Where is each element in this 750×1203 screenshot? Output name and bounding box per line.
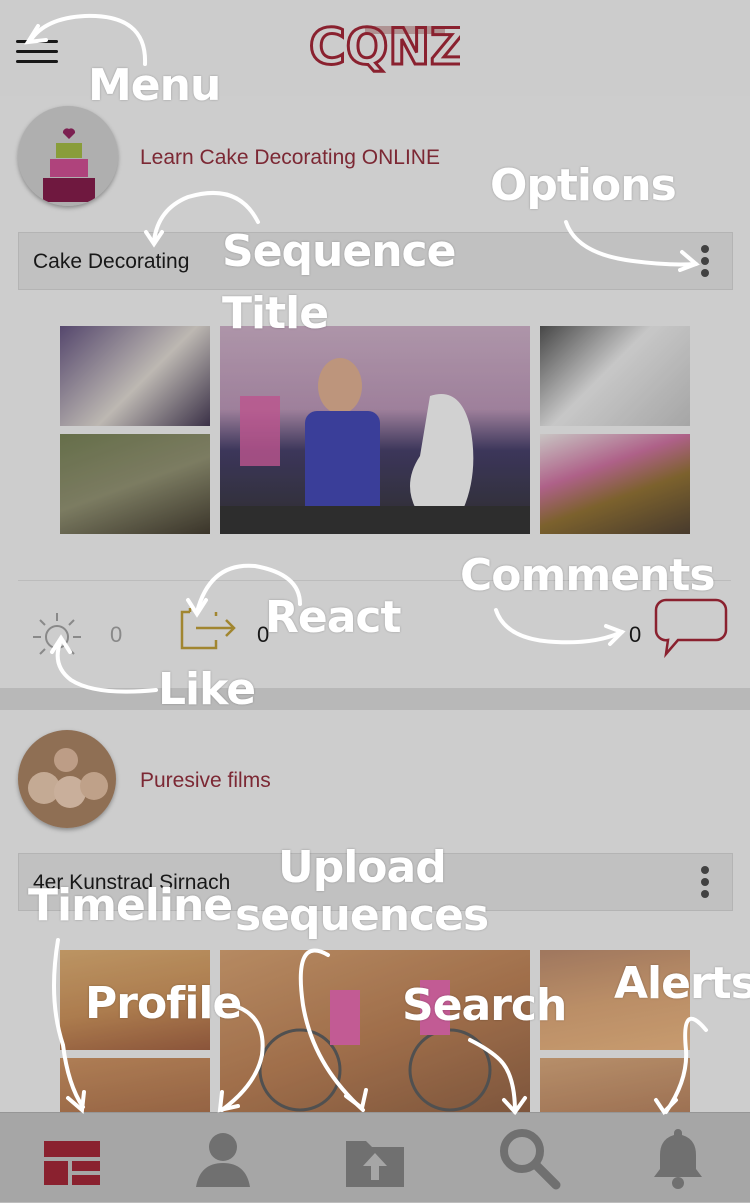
annotation-title: Title [222, 288, 329, 339]
sequence-title[interactable]: Cake Decorating [33, 250, 189, 274]
video-thumbnail[interactable] [540, 1058, 690, 1118]
channel-name[interactable]: Puresive films [140, 769, 271, 793]
svg-text:CQNZ: CQNZ [309, 18, 460, 73]
annotation-menu: Menu [88, 60, 221, 111]
video-thumbnail-main[interactable] [220, 950, 530, 1118]
annotation-react: React [265, 592, 402, 643]
annotation-alerts: Alerts [614, 958, 750, 1009]
group-photo-icon [18, 730, 116, 828]
sun-icon[interactable] [30, 610, 84, 664]
menu-button[interactable] [14, 36, 60, 68]
annotation-sequences: sequences [235, 890, 489, 941]
options-button[interactable] [694, 864, 716, 900]
bell-icon[interactable] [643, 1123, 713, 1193]
options-button[interactable] [694, 243, 716, 279]
annotation-comments: Comments [460, 550, 716, 601]
channel-avatar[interactable] [18, 730, 116, 828]
cake-icon [18, 106, 118, 206]
app-screen: CQNZ Learn Cake Decorating ONLINE Cake D… [0, 0, 750, 1203]
annotation-upload: Upload [278, 842, 447, 893]
speech-bubble-icon[interactable] [652, 596, 730, 658]
annotation-timeline: Timeline [28, 880, 233, 931]
video-thumbnail[interactable] [60, 1058, 210, 1118]
vertical-dots-icon [701, 866, 709, 874]
annotation-search: Search [402, 980, 567, 1031]
cqnz-logo: CQNZ [308, 18, 461, 73]
annotation-like: Like [158, 664, 256, 715]
bottom-navigation [0, 1112, 750, 1203]
annotation-profile: Profile [85, 978, 242, 1029]
user-icon[interactable] [188, 1123, 258, 1193]
search-icon[interactable] [494, 1123, 564, 1193]
upload-folder-icon[interactable] [340, 1123, 410, 1193]
channel-name[interactable]: Learn Cake Decorating ONLINE [140, 146, 440, 170]
vertical-dots-icon [701, 245, 709, 253]
grid-icon[interactable] [38, 1123, 108, 1193]
video-thumbnail[interactable] [60, 434, 210, 534]
channel-avatar[interactable] [18, 106, 118, 206]
annotation-options: Options [490, 160, 677, 211]
video-thumbnail[interactable] [540, 434, 690, 534]
video-thumbnail[interactable] [540, 326, 690, 426]
hamburger-icon [16, 40, 58, 43]
video-thumbnail[interactable] [60, 326, 210, 426]
feed-gap [0, 688, 750, 710]
like-count: 0 [110, 622, 123, 647]
share-arrow-icon[interactable] [176, 602, 242, 654]
comment-count: 0 [629, 622, 642, 647]
annotation-sequence: Sequence [222, 226, 456, 277]
video-thumbnail-main[interactable] [220, 326, 530, 534]
